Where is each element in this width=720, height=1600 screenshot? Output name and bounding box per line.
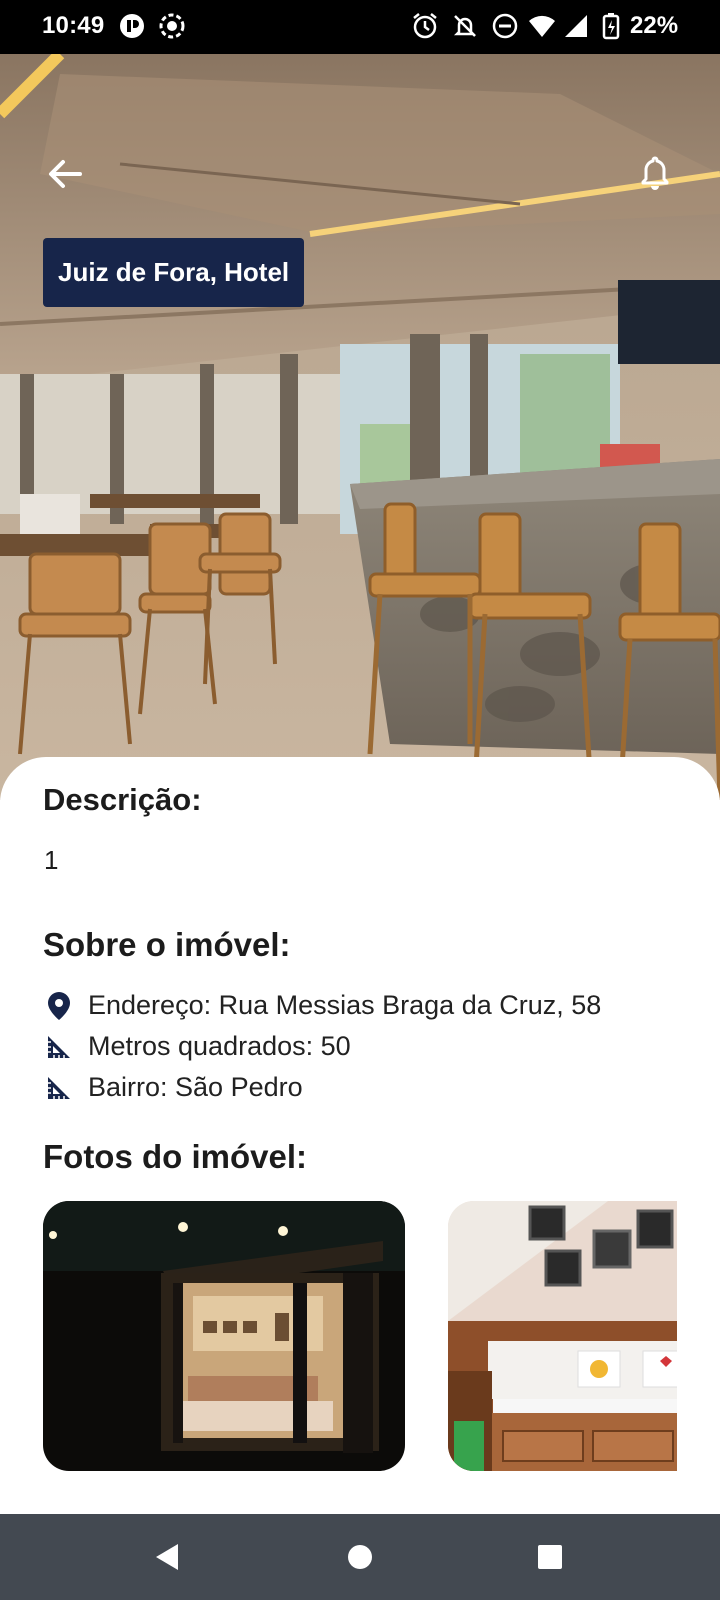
arrow-left-icon — [49, 160, 82, 188]
hero-image: Juiz de Fora, Hotel — [0, 54, 720, 800]
circle-home-icon — [348, 1545, 372, 1569]
alarm-icon — [411, 12, 439, 40]
address-row: Endereço: Rua Messias Braga da Cruz, 58 — [44, 990, 601, 1021]
nav-recents-button[interactable] — [528, 1535, 572, 1579]
details-sheet: Descrição: 1 Sobre o imóvel: Endereço: R… — [0, 757, 720, 1514]
description-heading: Descrição: — [43, 782, 202, 817]
night-bedroom-photo — [43, 1201, 405, 1471]
notifications-button[interactable] — [630, 150, 680, 196]
status-time: 10:49 — [42, 12, 105, 39]
battery-percentage: 22% — [630, 12, 679, 39]
photos-carousel[interactable] — [43, 1201, 677, 1471]
triangle-back-icon — [156, 1544, 178, 1570]
do-not-disturb-icon — [491, 12, 519, 40]
bell-icon — [641, 156, 669, 190]
area-row: Metros quadrados: 50 — [44, 1031, 351, 1062]
set-square-icon — [44, 1073, 74, 1103]
system-navigation-bar — [0, 1514, 720, 1600]
property-photo[interactable] — [43, 1201, 405, 1471]
listing-title-badge: Juiz de Fora, Hotel — [43, 238, 305, 307]
nav-back-button[interactable] — [145, 1535, 189, 1579]
about-heading: Sobre o imóvel: — [43, 926, 291, 963]
location-pin-icon — [44, 991, 74, 1021]
status-bar: 10:49 22% — [0, 0, 720, 54]
wifi-icon — [528, 12, 556, 40]
battery-charging-icon — [602, 12, 620, 40]
screen-record-icon — [158, 12, 186, 40]
square-recents-icon — [538, 1545, 562, 1569]
bedroom-daybed-photo — [448, 1201, 677, 1471]
property-photo[interactable] — [448, 1201, 677, 1471]
district-row: Bairro: São Pedro — [44, 1072, 303, 1103]
address-text: Endereço: Rua Messias Braga da Cruz, 58 — [88, 990, 602, 1020]
photos-heading: Fotos do imóvel: — [43, 1138, 307, 1175]
signal-icon — [562, 12, 590, 40]
district-text: Bairro: São Pedro — [88, 1072, 303, 1102]
area-text: Metros quadrados: 50 — [88, 1031, 351, 1061]
set-square-icon — [44, 1032, 74, 1062]
nav-home-button[interactable] — [338, 1535, 382, 1579]
mute-icon — [451, 12, 479, 40]
app-notification-icon — [118, 12, 146, 40]
description-value: 1 — [44, 845, 59, 875]
restaurant-photo — [0, 54, 720, 800]
back-button[interactable] — [40, 152, 90, 196]
